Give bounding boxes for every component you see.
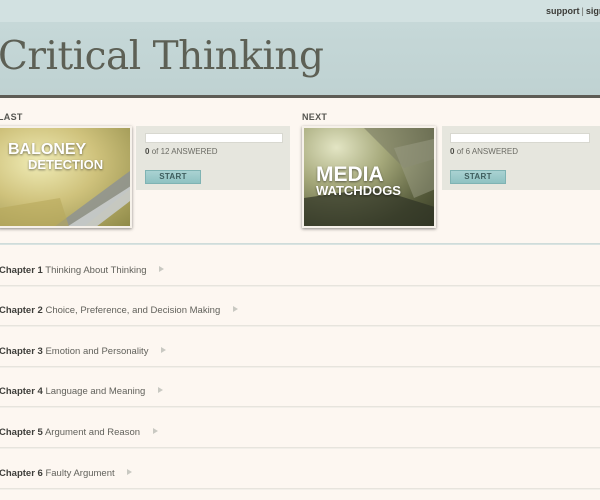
chapter-label: Chapter 6 Faulty Argument	[0, 468, 133, 479]
next-start-button[interactable]: START	[450, 170, 506, 184]
next-label: NEXT	[302, 112, 328, 122]
chapter-label: Chapter 5 Argument and Reason	[0, 427, 158, 438]
support-link[interactable]: support	[546, 6, 580, 16]
row-divider	[0, 406, 600, 408]
chapter-label: Chapter 4 Language and Meaning	[0, 386, 163, 397]
answered-total: of 12	[151, 147, 170, 156]
thumb-title-line2: WATCHDOGS	[316, 183, 401, 198]
chevron-right-icon	[232, 306, 238, 312]
chevron-right-icon	[159, 266, 165, 272]
chapter-row-5[interactable]: Chapter 5 Argument and Reason	[0, 409, 600, 449]
chapter-number: Chapter 4	[0, 386, 43, 397]
answered-number: 0	[145, 147, 150, 156]
chapter-number: Chapter 6	[0, 468, 43, 479]
chapter-name: Thinking About Thinking	[45, 265, 147, 276]
row-divider	[0, 447, 600, 449]
chapter-row-6[interactable]: Chapter 6 Faulty Argument	[0, 450, 600, 490]
next-answered-count: 0 of 6 ANSWERED	[450, 147, 518, 156]
top-utility-bar	[0, 0, 600, 22]
chapter-number: Chapter 3	[0, 346, 43, 357]
answered-total: of 6	[456, 147, 471, 156]
chevron-right-icon	[127, 469, 133, 475]
chapter-row-1[interactable]: Chapter 1 Thinking About Thinking	[0, 247, 600, 287]
page-title: Critical Thinking	[0, 34, 324, 79]
chapter-name: Choice, Preference, and Decision Making	[45, 305, 221, 316]
next-quiz-thumbnail[interactable]: MEDIA WATCHDOGS	[302, 126, 436, 228]
chapter-label: Chapter 2 Choice, Preference, and Decisi…	[0, 305, 238, 316]
chapter-name: Argument and Reason	[44, 427, 141, 438]
answered-word: ANSWERED	[171, 147, 218, 156]
section-divider	[0, 243, 600, 245]
chapter-name: Emotion and Personality	[45, 346, 149, 357]
thumb-title-line1: MEDIA	[316, 163, 384, 186]
header-divider	[0, 95, 600, 98]
last-progress-bar	[145, 133, 283, 143]
last-label: LAST	[0, 112, 23, 122]
sign-link[interactable]: sign	[586, 6, 600, 16]
chapter-name: Faulty Argument	[45, 468, 115, 479]
answered-number: 0	[450, 147, 455, 156]
chevron-right-icon	[152, 428, 158, 434]
thumb-title-line1: BALONEY	[8, 141, 87, 158]
chevron-right-icon	[157, 387, 163, 393]
thumb-title-line2: DETECTION	[28, 157, 104, 172]
last-start-button[interactable]: START	[145, 170, 201, 184]
chapter-label: Chapter 3 Emotion and Personality	[0, 346, 167, 357]
row-divider	[0, 325, 600, 327]
answered-word: ANSWERED	[471, 147, 519, 156]
chapter-row-4[interactable]: Chapter 4 Language and Meaning	[0, 368, 600, 408]
last-answered-count: 0 of 12 ANSWERED	[145, 147, 218, 156]
chapter-label: Chapter 1 Thinking About Thinking	[0, 265, 165, 276]
link-separator: |	[581, 6, 584, 16]
chapter-number: Chapter 5	[0, 427, 43, 438]
row-divider	[0, 488, 600, 490]
top-links: support|sign	[546, 6, 600, 16]
chapter-row-2[interactable]: Chapter 2 Choice, Preference, and Decisi…	[0, 287, 600, 327]
chapter-number: Chapter 1	[0, 265, 43, 276]
chapter-row-3[interactable]: Chapter 3 Emotion and Personality	[0, 328, 600, 368]
last-quiz-thumbnail[interactable]: BALONEY DETECTION	[0, 126, 132, 228]
next-progress-bar	[450, 133, 590, 143]
chapter-number: Chapter 2	[0, 305, 43, 316]
chapter-name: Language and Meaning	[45, 386, 146, 397]
chevron-right-icon	[161, 347, 167, 353]
course-header: Critical Thinking	[0, 22, 600, 96]
